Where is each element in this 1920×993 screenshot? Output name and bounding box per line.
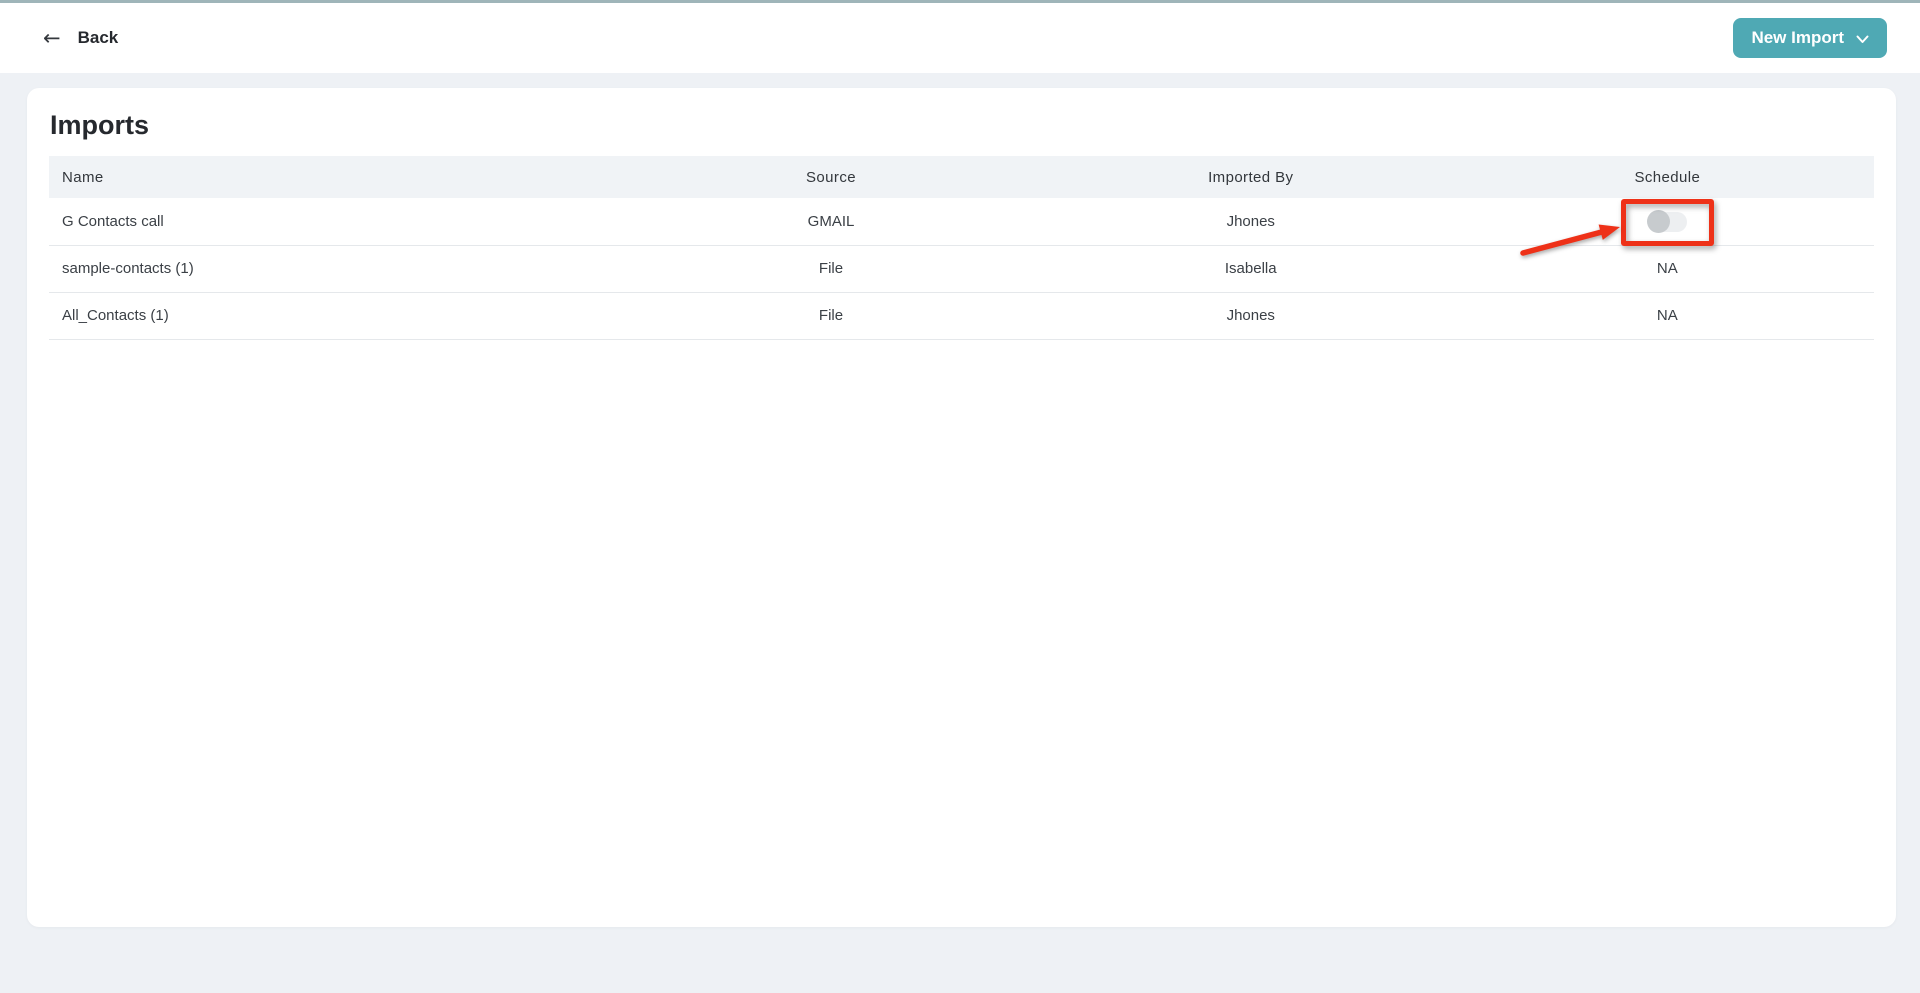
- column-header-source: Source: [621, 156, 1041, 198]
- cell-schedule: NA: [1460, 292, 1874, 340]
- column-header-schedule: Schedule: [1460, 156, 1874, 198]
- schedule-toggle[interactable]: [1646, 209, 1687, 233]
- imports-table: Name Source Imported By Schedule G Conta…: [49, 156, 1874, 340]
- table-row[interactable]: All_Contacts (1) File Jhones NA: [49, 292, 1874, 340]
- column-header-imported-by: Imported By: [1040, 156, 1461, 198]
- toggle-knob: [1646, 209, 1670, 233]
- back-arrow-icon: ←: [43, 25, 61, 50]
- cell-imported-by: Jhones: [1040, 198, 1461, 246]
- cell-imported-by: Isabella: [1040, 245, 1461, 293]
- header-bar: ← Back New Import: [0, 3, 1920, 73]
- imports-card: Imports Name Source Imported By Schedule…: [27, 88, 1896, 927]
- cell-imported-by: Jhones: [1040, 292, 1461, 340]
- cell-source: File: [621, 245, 1041, 293]
- imports-page: { "header": { "back_label": "Back", "new…: [0, 0, 1920, 993]
- back-button[interactable]: ← Back: [43, 25, 119, 50]
- new-import-button[interactable]: New Import: [1733, 18, 1887, 58]
- new-import-label: New Import: [1751, 28, 1844, 47]
- cell-name: G Contacts call: [49, 198, 622, 246]
- cell-name: All_Contacts (1): [49, 292, 622, 340]
- cell-name: sample-contacts (1): [49, 245, 622, 293]
- chevron-down-icon: [1856, 35, 1869, 44]
- back-label: Back: [77, 28, 119, 47]
- table-header-row: Name Source Imported By Schedule: [49, 156, 1874, 198]
- page-title: Imports: [50, 110, 150, 140]
- main-area: Imports Name Source Imported By Schedule…: [0, 73, 1920, 993]
- column-header-name: Name: [49, 156, 622, 198]
- cell-source: GMAIL: [621, 198, 1041, 246]
- table-row[interactable]: sample-contacts (1) File Isabella NA: [49, 245, 1874, 293]
- cell-schedule: [1460, 198, 1874, 246]
- cell-schedule: NA: [1460, 245, 1874, 293]
- cell-source: File: [621, 292, 1041, 340]
- table-row[interactable]: G Contacts call GMAIL Jhones: [49, 198, 1874, 246]
